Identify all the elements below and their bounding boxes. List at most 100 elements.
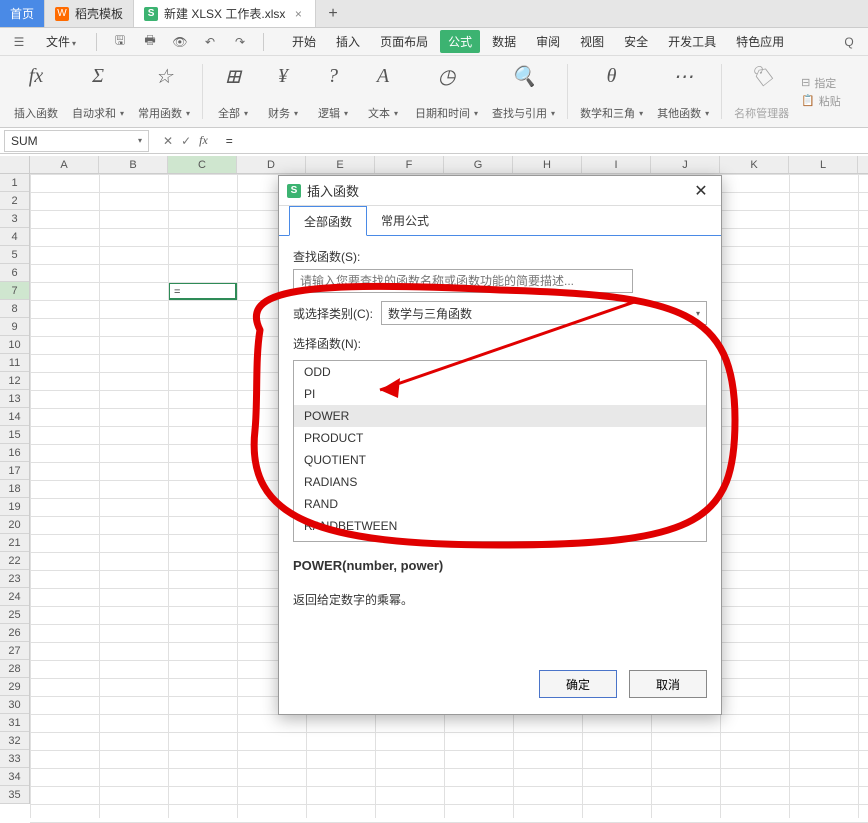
row-header[interactable]: 29: [0, 678, 29, 696]
tab-template[interactable]: W 稻壳模板: [45, 0, 134, 27]
col-header[interactable]: J: [651, 156, 720, 173]
row-header[interactable]: 25: [0, 606, 29, 624]
menu-start[interactable]: 开始: [284, 30, 324, 53]
row-header[interactable]: 8: [0, 300, 29, 318]
list-item[interactable]: PI: [294, 383, 706, 405]
ribbon-common-fn[interactable]: ☆ 常用函数▾: [132, 60, 196, 123]
row-header[interactable]: 16: [0, 444, 29, 462]
row-header[interactable]: 20: [0, 516, 29, 534]
row-header[interactable]: 5: [0, 246, 29, 264]
formula-input[interactable]: =: [218, 128, 868, 153]
close-icon[interactable]: ×: [291, 7, 305, 21]
list-item[interactable]: RADIANS: [294, 471, 706, 493]
menu-data[interactable]: 数据: [484, 30, 524, 53]
row-header[interactable]: 9: [0, 318, 29, 336]
dialog-close-button[interactable]: ✕: [689, 179, 713, 203]
menu-special[interactable]: 特色应用: [728, 30, 792, 53]
menu-layout[interactable]: 页面布局: [372, 30, 436, 53]
search-function-input[interactable]: [293, 269, 633, 293]
list-item[interactable]: PRODUCT: [294, 427, 706, 449]
col-header[interactable]: C: [168, 156, 237, 173]
row-header[interactable]: 22: [0, 552, 29, 570]
col-header[interactable]: K: [720, 156, 789, 173]
dialog-titlebar[interactable]: S 插入函数 ✕: [279, 176, 721, 206]
dialog-tab-common[interactable]: 常用公式: [367, 206, 443, 235]
list-item[interactable]: QUOTIENT: [294, 449, 706, 471]
dialog-tab-all[interactable]: 全部函数: [289, 206, 367, 236]
row-header[interactable]: 15: [0, 426, 29, 444]
row-header[interactable]: 21: [0, 534, 29, 552]
row-header[interactable]: 28: [0, 660, 29, 678]
tab-home[interactable]: 首页: [0, 0, 45, 27]
cancel-formula-icon[interactable]: ✕: [163, 134, 173, 148]
fx-button-icon[interactable]: fx: [199, 133, 208, 148]
col-header[interactable]: F: [375, 156, 444, 173]
menu-insert[interactable]: 插入: [328, 30, 368, 53]
category-select[interactable]: 数学与三角函数 ▾: [381, 301, 707, 325]
row-header[interactable]: 2: [0, 192, 29, 210]
row-header[interactable]: 4: [0, 228, 29, 246]
print-icon[interactable]: 🖶: [139, 31, 161, 53]
undo-icon[interactable]: ↶: [199, 31, 221, 53]
menu-security[interactable]: 安全: [616, 30, 656, 53]
row-header[interactable]: 18: [0, 480, 29, 498]
row-header[interactable]: 7: [0, 282, 29, 300]
row-header[interactable]: 17: [0, 462, 29, 480]
row-header[interactable]: 24: [0, 588, 29, 606]
ribbon-autosum[interactable]: Σ 自动求和▾: [66, 60, 130, 123]
save-icon[interactable]: 🖫: [109, 31, 131, 53]
row-header[interactable]: 6: [0, 264, 29, 282]
row-header[interactable]: 12: [0, 372, 29, 390]
row-header[interactable]: 33: [0, 750, 29, 768]
list-item[interactable]: RAND: [294, 493, 706, 515]
menu-view[interactable]: 视图: [572, 30, 612, 53]
row-header[interactable]: 27: [0, 642, 29, 660]
col-header[interactable]: L: [789, 156, 858, 173]
row-header[interactable]: 30: [0, 696, 29, 714]
col-header[interactable]: I: [582, 156, 651, 173]
ribbon-lookup[interactable]: 🔍 查找与引用▾: [486, 60, 561, 123]
ribbon-insert-function[interactable]: fx 插入函数: [8, 60, 64, 123]
row-header[interactable]: 35: [0, 786, 29, 804]
col-header[interactable]: A: [30, 156, 99, 173]
col-header[interactable]: H: [513, 156, 582, 173]
select-all-corner[interactable]: [0, 156, 30, 174]
menu-review[interactable]: 审阅: [528, 30, 568, 53]
list-item[interactable]: ODD: [294, 361, 706, 383]
accept-formula-icon[interactable]: ✓: [181, 134, 191, 148]
menu-formula[interactable]: 公式: [440, 30, 480, 53]
ribbon-datetime[interactable]: ◷ 日期和时间▾: [409, 60, 484, 123]
col-header[interactable]: E: [306, 156, 375, 173]
col-header[interactable]: D: [237, 156, 306, 173]
preview-icon[interactable]: 👁: [169, 31, 191, 53]
chevron-down-icon[interactable]: ▾: [138, 136, 142, 145]
col-header[interactable]: B: [99, 156, 168, 173]
col-header[interactable]: G: [444, 156, 513, 173]
ok-button[interactable]: 确定: [539, 670, 617, 698]
row-header[interactable]: 14: [0, 408, 29, 426]
redo-icon[interactable]: ↷: [229, 31, 251, 53]
add-tab-button[interactable]: +: [316, 0, 349, 27]
ribbon-finance[interactable]: ¥ 财务▾: [259, 60, 307, 123]
row-header[interactable]: 31: [0, 714, 29, 732]
tab-workbook[interactable]: S 新建 XLSX 工作表.xlsx ×: [134, 0, 316, 27]
list-item[interactable]: POWER: [294, 405, 706, 427]
ribbon-other-fn[interactable]: ⋯ 其他函数▾: [651, 60, 715, 123]
row-header[interactable]: 34: [0, 768, 29, 786]
cancel-button[interactable]: 取消: [629, 670, 707, 698]
list-item[interactable]: RANDBETWEEN: [294, 515, 706, 537]
ribbon-logic[interactable]: ? 逻辑▾: [309, 60, 357, 123]
active-cell[interactable]: =: [168, 282, 237, 300]
file-menu[interactable]: 文件▾: [38, 30, 84, 53]
hamburger-icon[interactable]: ☰: [8, 31, 30, 53]
ribbon-text[interactable]: A 文本▾: [359, 60, 407, 123]
name-box[interactable]: SUM ▾: [4, 130, 149, 152]
row-header[interactable]: 32: [0, 732, 29, 750]
function-listbox[interactable]: ODDPIPOWERPRODUCTQUOTIENTRADIANSRANDRAND…: [293, 360, 707, 542]
menu-dev[interactable]: 开发工具: [660, 30, 724, 53]
ribbon-math[interactable]: θ 数学和三角▾: [574, 60, 649, 123]
row-header[interactable]: 19: [0, 498, 29, 516]
row-header[interactable]: 10: [0, 336, 29, 354]
row-header[interactable]: 11: [0, 354, 29, 372]
row-header[interactable]: 23: [0, 570, 29, 588]
